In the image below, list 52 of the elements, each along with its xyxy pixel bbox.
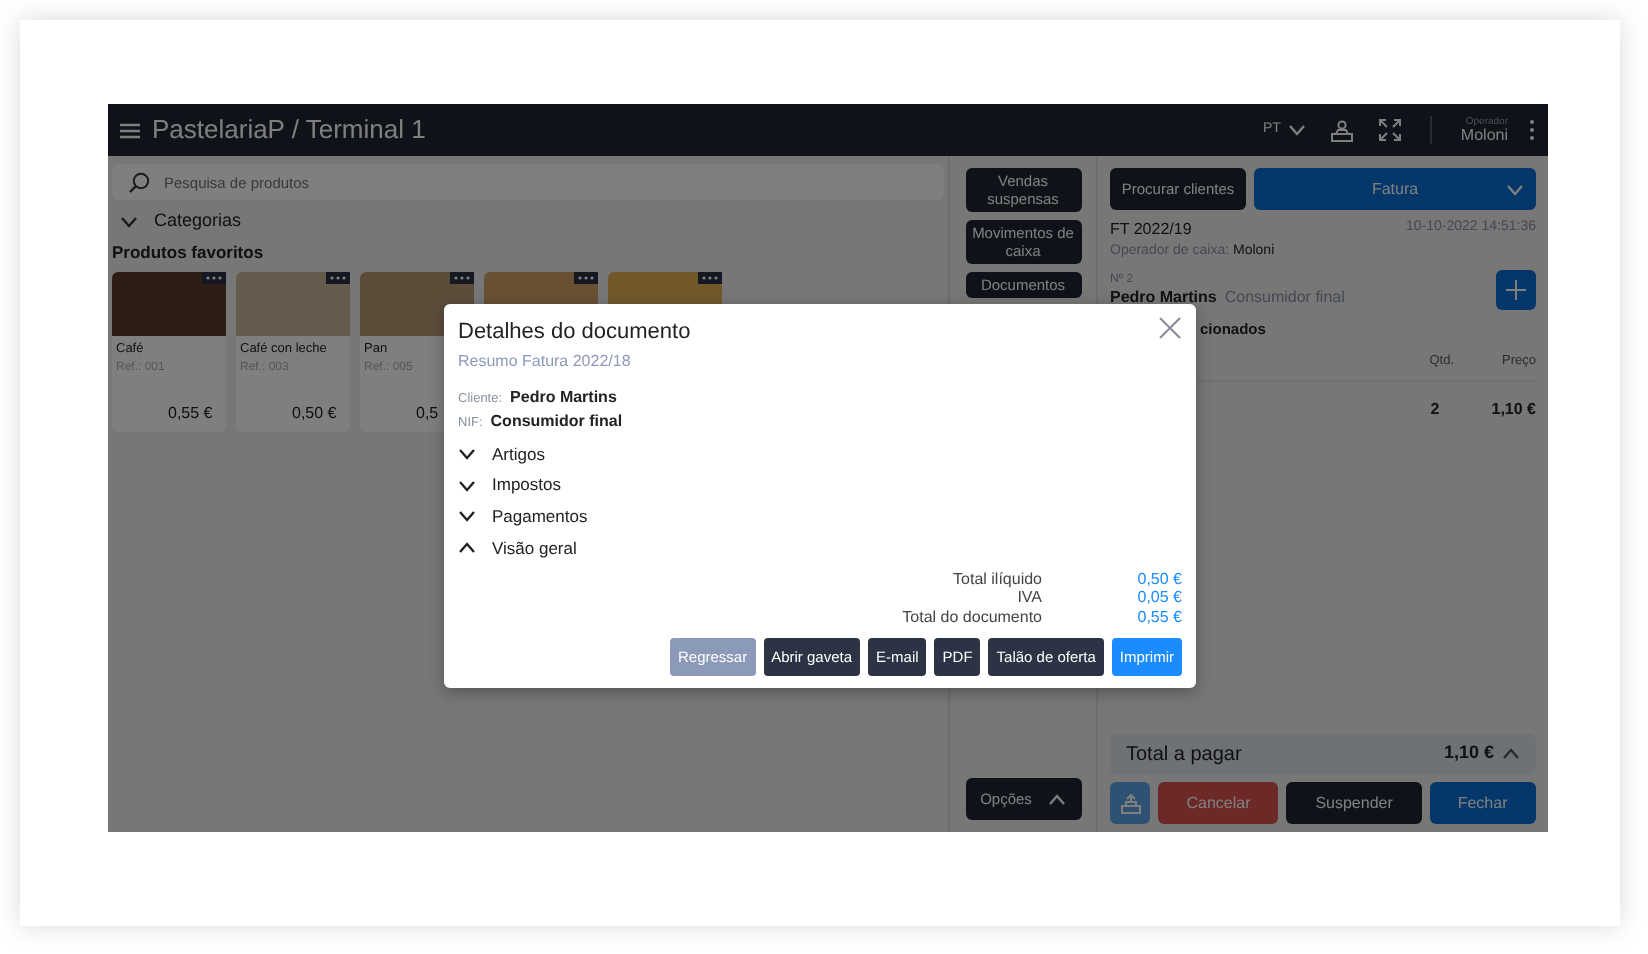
total-value: 0,55 € (1135, 607, 1182, 627)
total-value: 0,05 € (1135, 588, 1182, 608)
client-name: Pedro Martins (1110, 285, 1217, 309)
cashier-icon[interactable] (1330, 119, 1355, 141)
categories-label[interactable]: Categorias (154, 208, 242, 235)
section-label[interactable]: Pagamentos (492, 504, 588, 530)
total-label: Total do documento (902, 607, 1042, 627)
more-icon[interactable] (326, 272, 350, 285)
action-button[interactable]: Suspender (1286, 782, 1422, 824)
photo-placeholder (112, 272, 226, 337)
action-button[interactable]: Cancelar (1158, 782, 1279, 824)
total-value: 0,50 € (1135, 569, 1182, 589)
client-name: Pedro Martins (510, 385, 617, 409)
search-icon (128, 172, 150, 194)
app-title: PastelariaP / Terminal 1 (152, 112, 426, 149)
total-label: Total a pagar (1126, 741, 1242, 769)
chevron-icon[interactable] (458, 477, 476, 494)
more-icon[interactable] (574, 272, 598, 285)
fullscreen-icon[interactable] (1378, 118, 1403, 142)
menu-icon[interactable] (120, 121, 140, 139)
section-label[interactable]: Visão geral (492, 535, 577, 561)
chevron-icon[interactable] (458, 508, 476, 525)
photo-placeholder (236, 272, 350, 337)
section-label[interactable]: Impostos (492, 472, 561, 498)
tray-icon (1119, 793, 1141, 813)
more-icon[interactable] (202, 272, 226, 285)
action-button[interactable]: Fechar (1429, 782, 1536, 824)
document-type-dropdown[interactable]: Fatura (1254, 168, 1536, 210)
total-label: Total ilíquido (953, 569, 1042, 589)
more-icon[interactable] (698, 272, 722, 285)
chevron-icon[interactable] (458, 540, 476, 557)
more-icon[interactable] (450, 272, 474, 285)
chevron-up-icon (1047, 791, 1066, 807)
client-nif: Consumidor final (490, 409, 623, 433)
kebab-menu-icon[interactable] (1528, 118, 1536, 142)
plus-icon (1506, 279, 1526, 299)
total-label: IVA (1017, 588, 1042, 608)
chevron-down-icon (1506, 182, 1524, 198)
favorites-title: Produtos favoritos (112, 239, 266, 265)
close-icon[interactable] (1158, 316, 1182, 340)
product-price: 0,55 € (168, 404, 213, 423)
chevron-icon[interactable] (458, 445, 476, 462)
operator-name: Moloni (1460, 127, 1508, 143)
item-price: 1,10 € (1491, 397, 1536, 421)
chevron-down-icon (1288, 122, 1307, 138)
product-price: 0,5 (416, 404, 439, 423)
total-value: 1,10 € (1443, 740, 1494, 767)
product-price: 0,50 € (292, 404, 337, 423)
section-label[interactable]: Artigos (492, 441, 545, 467)
add-button[interactable] (1496, 269, 1536, 309)
document-number: FT 2022/19 (1110, 218, 1192, 242)
item-quantity: 2 (1430, 397, 1440, 421)
